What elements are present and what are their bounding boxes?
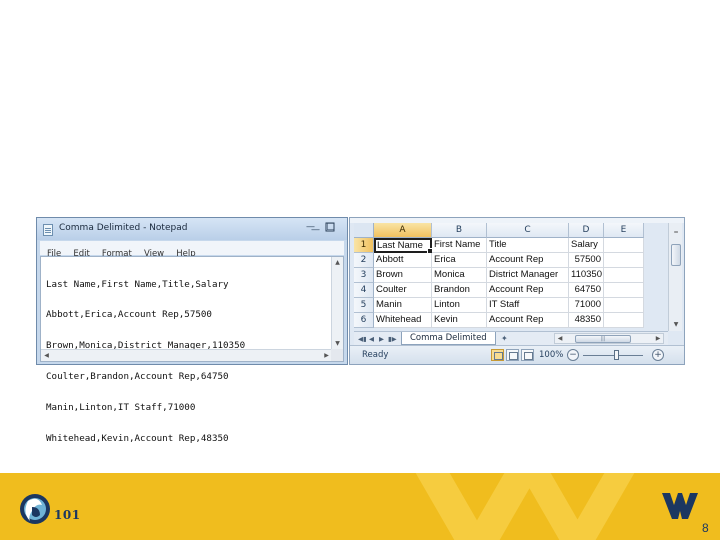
insert-sheet-icon[interactable]: ✦ (501, 333, 508, 344)
row-header-2[interactable]: 2 (354, 253, 374, 268)
footer-band (0, 473, 720, 540)
resize-corner (331, 349, 343, 361)
cell-e2[interactable] (604, 253, 644, 268)
vertical-scrollbar[interactable]: ═ ▼ (668, 223, 682, 331)
cell-a3[interactable]: Brown (374, 268, 432, 283)
cell-a2[interactable]: Abbott (374, 253, 432, 268)
column-header-d[interactable]: D (569, 223, 604, 238)
cell-d6[interactable]: 48350 (569, 313, 604, 328)
scroll-up-icon[interactable]: ▲ (332, 257, 343, 268)
row-header-1[interactable]: 1 (354, 238, 374, 253)
zoom-slider-track[interactable] (583, 355, 643, 356)
row-header-6[interactable]: 6 (354, 313, 374, 328)
vertical-scrollbar[interactable]: ▲ ▼ (331, 257, 343, 349)
column-header-b[interactable]: B (432, 223, 487, 238)
horizontal-scrollbar[interactable]: ◀ ▶ (41, 349, 332, 361)
notepad-content: Last Name,First Name,Title,Salary Abbott… (46, 259, 245, 465)
zoom-level[interactable]: 100% (539, 350, 563, 360)
cell-a6[interactable]: Whitehead (374, 313, 432, 328)
row-header-3[interactable]: 3 (354, 268, 374, 283)
cell-e1[interactable] (604, 238, 644, 253)
notepad-icon (43, 224, 53, 236)
column-header-e[interactable]: E (604, 223, 644, 238)
cell-b1[interactable]: First Name (432, 238, 487, 253)
sheet-tab[interactable]: Comma Delimited (401, 332, 496, 345)
cell-b3[interactable]: Monica (432, 268, 487, 283)
text-line: Abbott,Erica,Account Rep,57500 (46, 309, 212, 321)
page-number: 8 (702, 521, 709, 535)
notepad-menubar: File Edit Format View Help (40, 241, 344, 259)
notepad-window-title: Comma Delimited - Notepad (59, 223, 188, 233)
cell-b6[interactable]: Kevin (432, 313, 487, 328)
cell-a4[interactable]: Coulter (374, 283, 432, 298)
cell-c1[interactable]: Title (487, 238, 569, 253)
row-header-4[interactable]: 4 (354, 283, 374, 298)
text-line: Manin,Linton,IT Staff,71000 (46, 402, 196, 414)
page-break-view-icon[interactable] (521, 349, 534, 361)
page-layout-view-icon[interactable] (506, 349, 519, 361)
cell-e3[interactable] (604, 268, 644, 283)
close-button[interactable]: — (308, 221, 348, 236)
text-line: Coulter,Brandon,Account Rep,64750 (46, 371, 229, 383)
next-sheet-icon[interactable]: ▶ (379, 333, 384, 345)
cell-e6[interactable] (604, 313, 644, 328)
select-all-corner[interactable] (354, 223, 374, 238)
last-sheet-icon[interactable]: ▮▶ (388, 333, 397, 345)
decorative-stripe (565, 473, 635, 540)
notepad-text-area[interactable]: Last Name,First Name,Title,Salary Abbott… (40, 256, 344, 444)
university-logo-icon (662, 493, 698, 519)
status-text: Ready (362, 350, 389, 360)
zoom-in-icon[interactable]: + (652, 349, 664, 361)
cell-d5[interactable]: 71000 (569, 298, 604, 313)
horizontal-scrollbar[interactable]: ◀ ||| ▶ (554, 333, 664, 344)
cell-b4[interactable]: Brandon (432, 283, 487, 298)
scroll-left-icon[interactable]: ◀ (41, 350, 52, 361)
cell-c5[interactable]: IT Staff (487, 298, 569, 313)
zoom-out-icon[interactable]: − (567, 349, 579, 361)
cell-b2[interactable]: Erica (432, 253, 487, 268)
scroll-right-icon[interactable]: ▶ (653, 333, 663, 344)
sheet-tab-bar: ◀▮ ◀ ▶ ▮▶ Comma Delimited ✦ ◀ ||| ▶ (354, 331, 668, 345)
scroll-thumb[interactable]: ||| (575, 335, 631, 343)
column-header-c[interactable]: C (487, 223, 569, 238)
cell-a1[interactable]: Last Name (374, 238, 434, 255)
status-bar: Ready 100% − + (350, 345, 684, 364)
normal-view-icon[interactable] (491, 349, 504, 361)
prev-sheet-icon[interactable]: ◀ (369, 333, 374, 345)
course-logo-text: 101 (54, 508, 81, 522)
cell-c2[interactable]: Account Rep (487, 253, 569, 268)
cell-e5[interactable] (604, 298, 644, 313)
scroll-down-icon[interactable]: ▼ (670, 319, 682, 331)
column-header-a[interactable]: A (374, 223, 432, 238)
cell-c4[interactable]: Account Rep (487, 283, 569, 298)
excel-window[interactable]: ABCDE 123456 Last Name First Name Title Sal… (349, 217, 685, 365)
split-box-icon[interactable]: ═ (670, 227, 682, 239)
cell-a5[interactable]: Manin (374, 298, 432, 313)
cell-d3[interactable]: 110350 (569, 268, 604, 283)
text-line: Whitehead,Kevin,Account Rep,48350 (46, 433, 229, 445)
notepad-titlebar[interactable]: Comma Delimited - Notepad — □ (37, 218, 347, 240)
cell-e4[interactable] (604, 283, 644, 298)
cell-d1[interactable]: Salary (569, 238, 604, 253)
cell-d4[interactable]: 64750 (569, 283, 604, 298)
zoom-slider-thumb[interactable] (614, 350, 619, 360)
cell-c6[interactable]: Account Rep (487, 313, 569, 328)
row-header-5[interactable]: 5 (354, 298, 374, 313)
scroll-left-icon[interactable]: ◀ (555, 333, 565, 344)
first-sheet-icon[interactable]: ◀▮ (358, 333, 367, 345)
cell-c3[interactable]: District Manager (487, 268, 569, 283)
scroll-down-icon[interactable]: ▼ (332, 338, 343, 349)
notepad-window[interactable]: Comma Delimited - Notepad — □ — File Edi… (36, 217, 348, 444)
svg-text:—: — (311, 225, 320, 235)
scroll-thumb[interactable] (671, 244, 681, 266)
text-line: Last Name,First Name,Title,Salary (46, 278, 229, 290)
cell-b5[interactable]: Linton (432, 298, 487, 313)
cell-d2[interactable]: 57500 (569, 253, 604, 268)
